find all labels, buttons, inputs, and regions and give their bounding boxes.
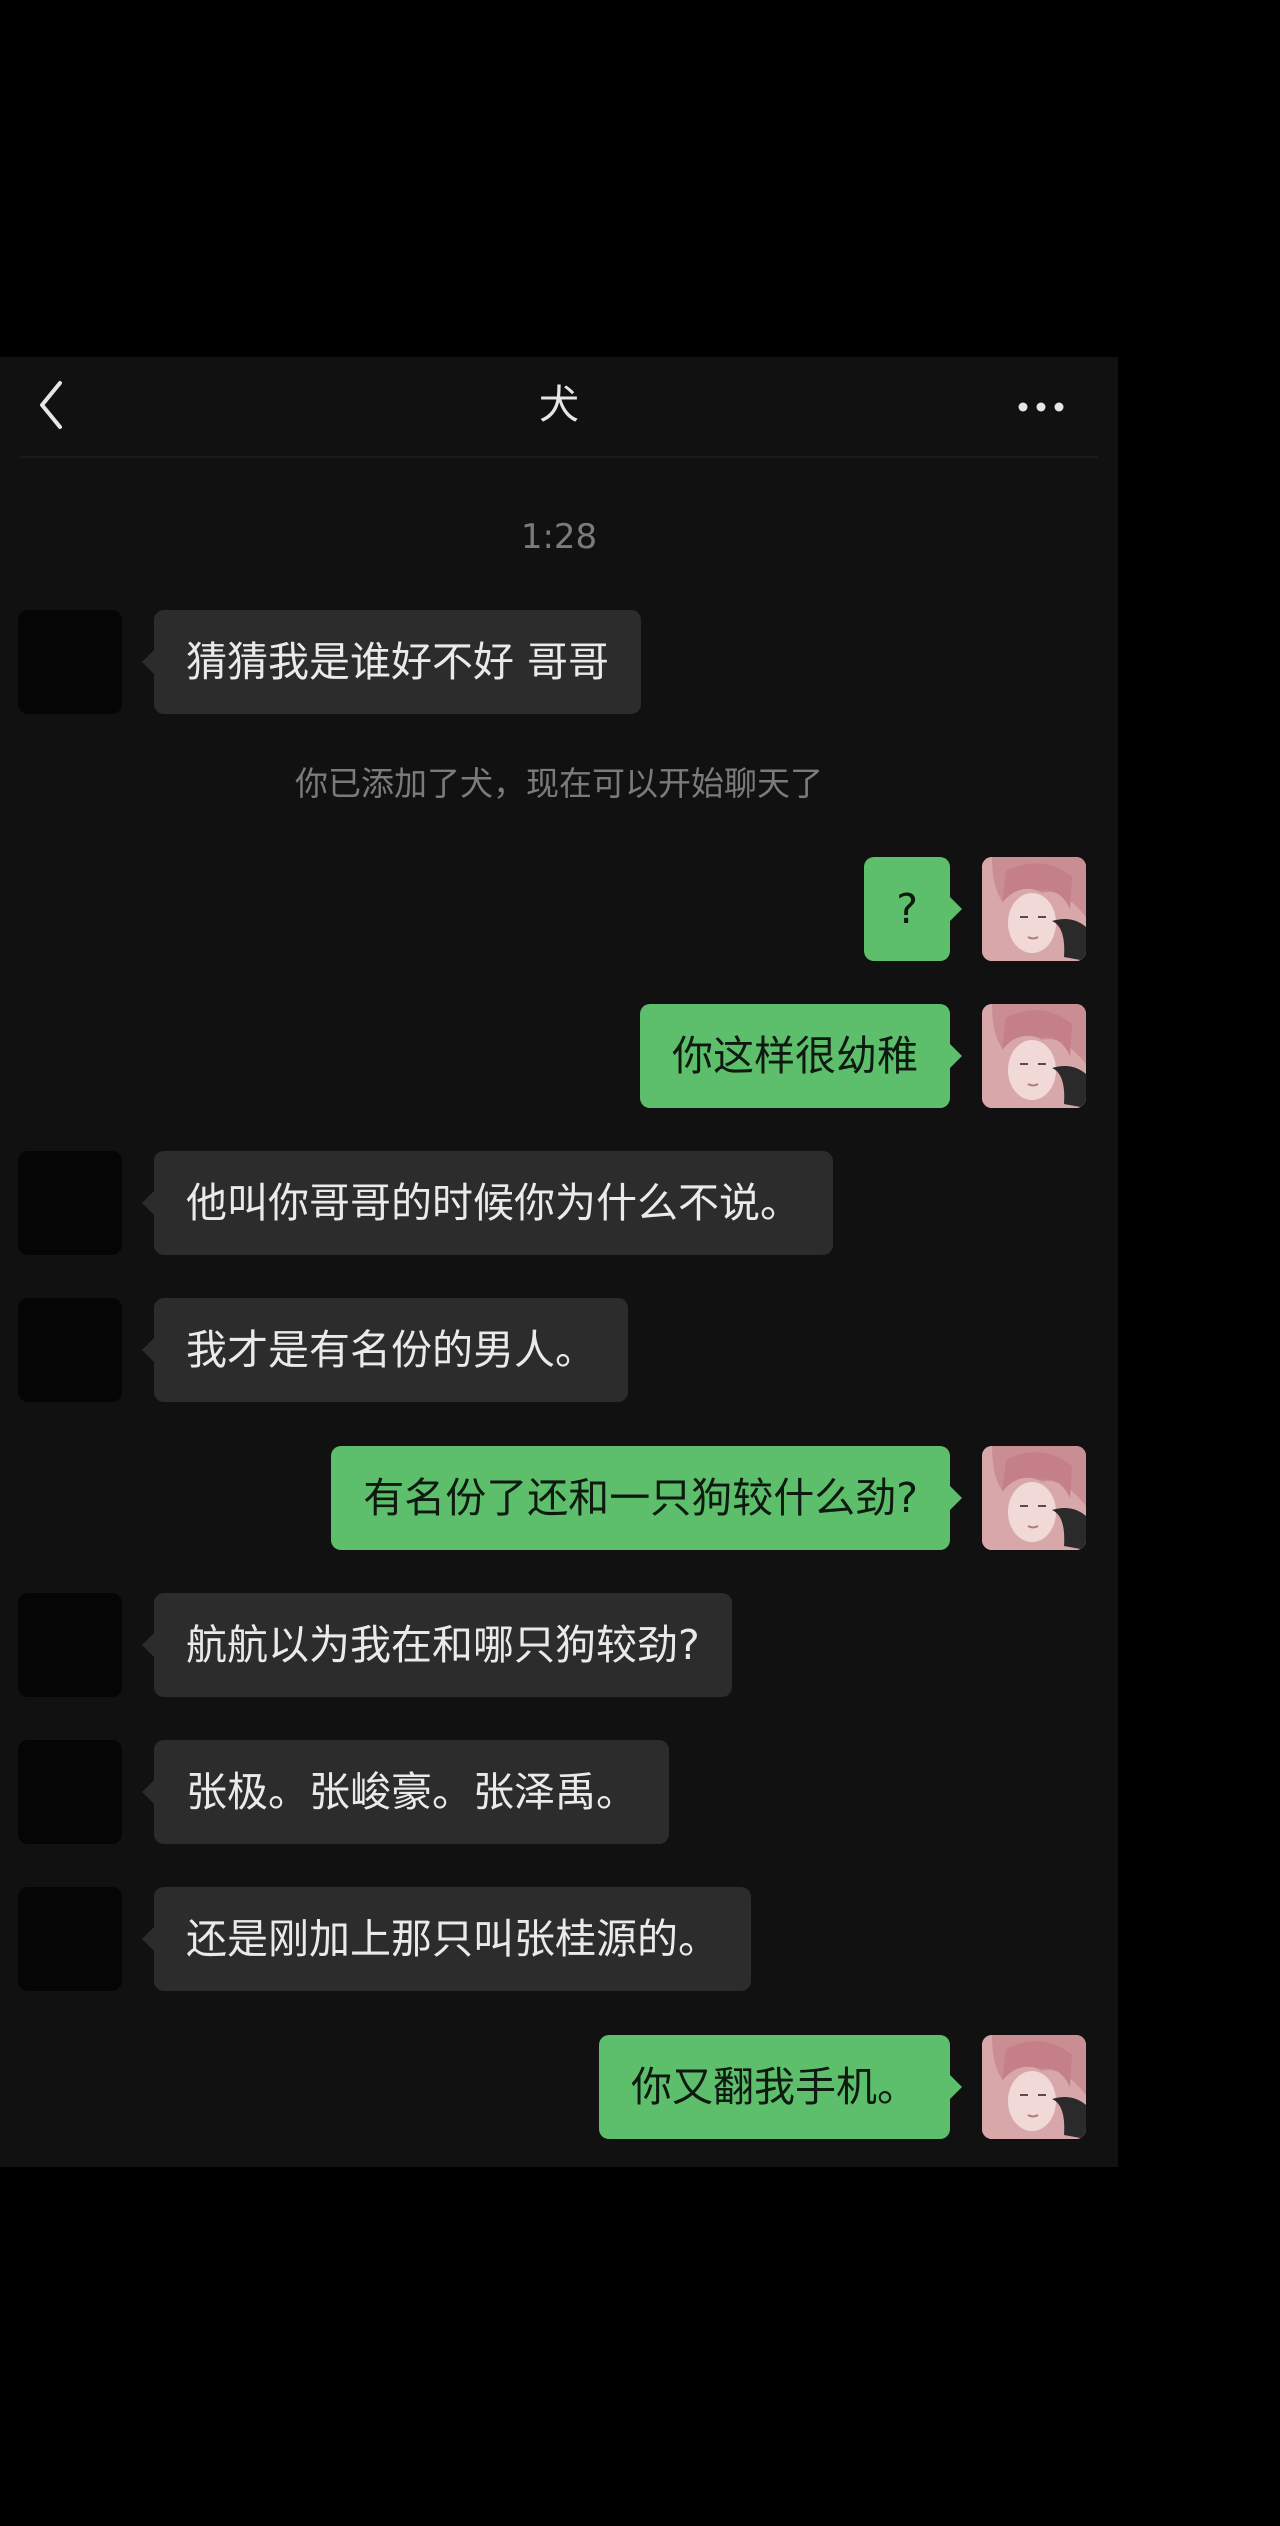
incoming-message[interactable]: 还是刚加上那只叫张桂源的。: [142, 1887, 751, 1991]
user-avatar[interactable]: [982, 1446, 1086, 1550]
outgoing-message[interactable]: 有名份了还和一只狗较什么劲?: [331, 1446, 962, 1550]
chat-screen: 犬 1:28 猜猜我是谁好不好 哥哥 你已添加了犬，现在可以开始聊天了 ? 你这…: [0, 357, 1118, 2167]
navigation-bar: 犬: [0, 357, 1118, 458]
system-notice: 你已添加了犬，现在可以开始聊天了: [295, 764, 823, 803]
contact-avatar[interactable]: [18, 610, 122, 714]
outgoing-message[interactable]: 你这样很幼稚: [640, 1004, 962, 1108]
incoming-message[interactable]: 张极。张峻豪。张泽禹。: [142, 1740, 669, 1844]
more-button[interactable]: [1006, 387, 1076, 427]
incoming-message[interactable]: 我才是有名份的男人。: [142, 1298, 628, 1402]
incoming-message[interactable]: 猜猜我是谁好不好 哥哥: [141, 610, 642, 714]
user-avatar-image: [982, 857, 1086, 961]
user-avatar-image: [982, 2035, 1086, 2139]
more-dots-icon: [1018, 402, 1064, 412]
contact-avatar[interactable]: [18, 1593, 122, 1697]
contact-avatar[interactable]: [18, 1298, 122, 1402]
nav-divider: [20, 456, 1098, 458]
contact-avatar[interactable]: [18, 1740, 122, 1844]
user-avatar[interactable]: [982, 2035, 1086, 2139]
user-avatar[interactable]: [982, 857, 1086, 961]
chat-title: 犬: [539, 382, 579, 428]
user-avatar[interactable]: [982, 1004, 1086, 1108]
message-timestamp: 1:28: [520, 517, 598, 557]
outgoing-message[interactable]: ?: [864, 857, 962, 961]
incoming-message[interactable]: 航航以为我在和哪只狗较劲?: [142, 1593, 732, 1697]
outgoing-message[interactable]: 你又翻我手机。: [599, 2035, 962, 2139]
contact-avatar[interactable]: [18, 1151, 122, 1255]
incoming-message[interactable]: 他叫你哥哥的时候你为什么不说。: [142, 1151, 833, 1255]
user-avatar-image: [982, 1004, 1086, 1108]
user-avatar-image: [982, 1446, 1086, 1550]
contact-avatar[interactable]: [18, 1887, 122, 1991]
